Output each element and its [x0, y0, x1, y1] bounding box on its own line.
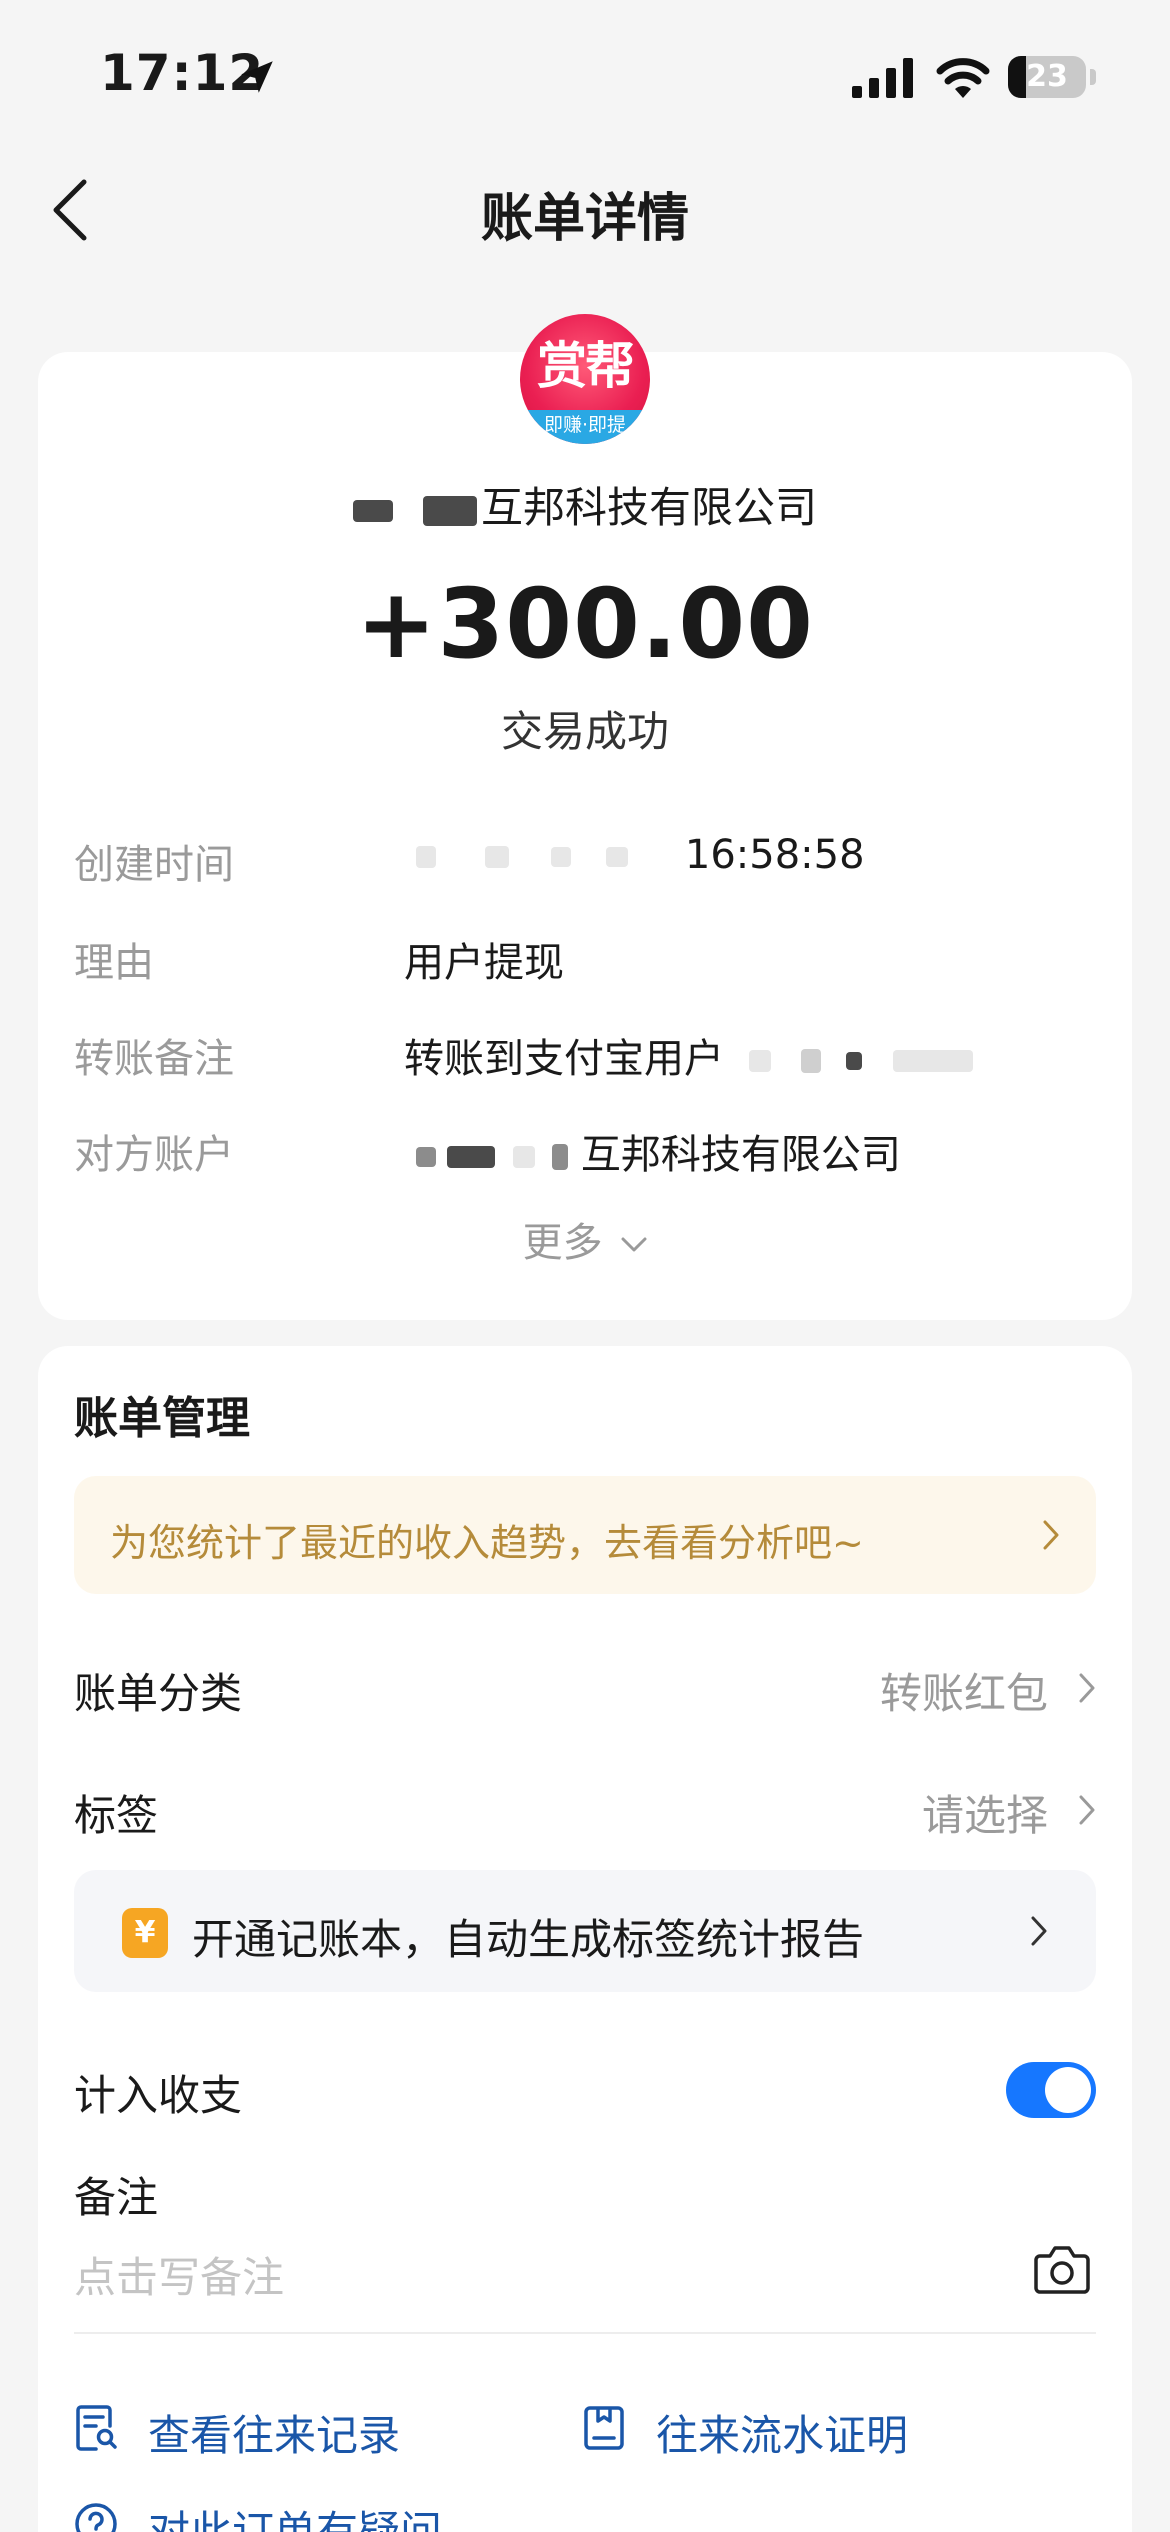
redacted-block — [801, 1049, 822, 1073]
battery-indicator: 23 — [1008, 56, 1086, 98]
question-circle-icon — [75, 2503, 117, 2532]
detail-value: 16:58:58 — [416, 832, 865, 878]
detail-row-reason: 理由 用户提现 — [74, 924, 1096, 986]
chevron-right-icon — [1079, 1673, 1095, 1703]
wifi-icon — [936, 58, 990, 98]
detail-value: 转账到支付宝用户 — [404, 1026, 973, 1084]
redacted-block — [416, 846, 436, 868]
nav-bar: 账单详情 — [0, 150, 1170, 270]
detail-label: 理由 — [74, 940, 154, 986]
merchant-name: 互邦科技有限公司 — [38, 474, 1132, 535]
note-label: 备注 — [74, 2173, 159, 2222]
created-time-text: 16:58:58 — [684, 832, 865, 878]
tag-value: 请选择 — [921, 1791, 1048, 1840]
battery-cap — [1090, 69, 1096, 85]
bill-category-value: 转账红包 — [879, 1669, 1048, 1718]
bill-management-card: 账单管理 为您统计了最近的收入趋势，去看看分析吧~ 账单分类 转账红包 标签 请… — [38, 1346, 1132, 2532]
status-bar: 17:12 23 — [0, 0, 1170, 150]
redacted-block — [484, 846, 509, 868]
redacted-block — [846, 1052, 863, 1070]
redacted-block — [748, 1050, 771, 1072]
redacted-block — [551, 847, 572, 867]
transaction-summary-card: 赏帮 即赚·即提 互邦科技有限公司 +300.00 交易成功 创建时间 16:5… — [38, 314, 1132, 1320]
camera-icon[interactable] — [1034, 2244, 1090, 2294]
section-title: 账单管理 — [74, 1393, 250, 1444]
transaction-status: 交易成功 — [500, 707, 669, 756]
page-title: 账单详情 — [480, 189, 689, 249]
records-search-icon — [76, 2405, 117, 2451]
more-details-toggle[interactable]: 更多 — [38, 1210, 1132, 1268]
bill-category-row[interactable]: 账单分类 转账红包 — [74, 1646, 1096, 1726]
certificate-icon — [584, 2406, 624, 2450]
transaction-amount: +300.00 — [356, 568, 814, 680]
avatar-logo-subtext: 即赚·即提 — [520, 410, 650, 444]
note-input[interactable]: 点击写备注 — [74, 2244, 284, 2305]
include-in-budget-row: 计入收支 — [74, 2048, 1096, 2128]
view-history-label: 查看往来记录 — [148, 2411, 401, 2460]
toggle-knob — [1045, 2067, 1091, 2113]
redacted-block — [892, 1050, 973, 1072]
redacted-block — [352, 499, 393, 522]
bill-category-label: 账单分类 — [74, 1669, 243, 1718]
redacted-block — [446, 1146, 495, 1168]
redacted-block — [606, 847, 629, 867]
income-trend-text: 为您统计了最近的收入趋势，去看看分析吧~ — [110, 1521, 864, 1565]
detail-value: 互邦科技有限公司 — [416, 1122, 901, 1180]
detail-label: 转账备注 — [74, 1036, 234, 1082]
location-arrow-icon — [241, 61, 273, 93]
order-question-label: 对此订单有疑问 — [148, 2507, 443, 2532]
redacted-block — [513, 1146, 536, 1168]
detail-row-transfer-memo: 转账备注 转账到支付宝用户 — [74, 1020, 1096, 1082]
merchant-avatar: 赏帮 即赚·即提 — [520, 314, 650, 444]
ledger-promo-text: 开通记账本，自动生成标签统计报告 — [192, 1915, 865, 1964]
detail-label: 创建时间 — [74, 842, 234, 888]
divider — [74, 2332, 1096, 2334]
merchant-name-text: 互邦科技有限公司 — [480, 483, 817, 532]
transfer-memo-text: 转账到支付宝用户 — [404, 1036, 724, 1082]
income-trend-banner[interactable]: 为您统计了最近的收入趋势，去看看分析吧~ — [74, 1476, 1096, 1594]
redacted-block — [422, 495, 477, 526]
avatar-logo-text: 赏帮 — [537, 337, 635, 395]
counterparty-text: 互邦科技有限公司 — [580, 1132, 901, 1178]
detail-row-counterparty: 对方账户 互邦科技有限公司 — [74, 1116, 1096, 1178]
detail-row-created-time: 创建时间 16:58:58 — [74, 826, 1096, 888]
chevron-right-icon — [1031, 1916, 1047, 1946]
include-in-budget-label: 计入收支 — [74, 2071, 243, 2120]
ledger-promo-banner[interactable]: ¥ 开通记账本，自动生成标签统计报告 — [74, 1870, 1096, 1992]
detail-label: 对方账户 — [74, 1132, 234, 1178]
more-label: 更多 — [522, 1220, 603, 1266]
redacted-block — [416, 1147, 436, 1167]
redacted-block — [552, 1144, 569, 1170]
tag-row[interactable]: 标签 请选择 — [74, 1768, 1096, 1848]
cellular-signal-icon — [852, 58, 913, 98]
chevron-down-icon — [621, 1237, 647, 1252]
tag-label: 标签 — [74, 1791, 159, 1840]
chevron-right-icon — [1079, 1795, 1095, 1825]
transaction-proof-label: 往来流水证明 — [656, 2411, 909, 2460]
chevron-right-icon — [1043, 1520, 1059, 1550]
include-in-budget-toggle[interactable] — [1006, 2062, 1096, 2118]
battery-percent: 23 — [1026, 59, 1068, 94]
detail-value: 用户提现 — [404, 940, 564, 986]
yuan-coin-icon: ¥ — [122, 1908, 168, 1958]
